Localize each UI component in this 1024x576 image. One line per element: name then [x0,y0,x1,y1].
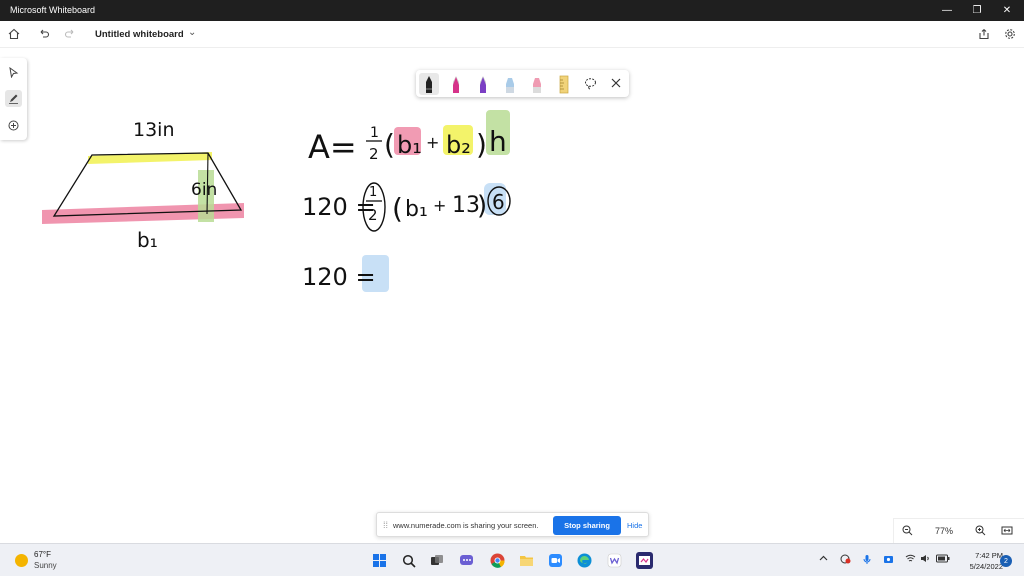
wifi-icon[interactable] [905,554,916,565]
task-view-icon[interactable] [428,552,445,569]
search-icon[interactable] [400,552,417,569]
eq2-six: 6 [492,190,505,214]
eq1-lhs: A= [308,128,357,166]
screen-share-banner: ⁞⁞ www.numerade.com is sharing your scre… [376,512,649,537]
weather-temperature[interactable]: 67°F [34,550,51,559]
eq1-h: h [489,125,507,158]
whiteboard-app-icon[interactable] [606,552,623,569]
bottom-base-label: b₁ [137,228,158,252]
meet-mute-icon[interactable] [883,554,894,567]
redo-icon[interactable] [62,26,78,42]
zoom-out-icon[interactable] [902,525,913,539]
eq1-b1: b₁ [397,131,422,159]
edge-icon[interactable] [576,552,593,569]
eq1-close-paren: ) [476,128,487,161]
title-bar: Microsoft Whiteboard — ❐ ✕ [0,0,1024,21]
start-icon[interactable] [371,552,388,569]
clock-date: 5/24/2022 [969,562,1003,571]
zoom-control: 77% [893,518,1024,544]
eq3-lhs: 120 = [302,263,376,291]
minimize-button[interactable]: — [930,0,964,21]
share-icon[interactable] [976,26,992,42]
network-monitor-icon[interactable] [840,554,851,566]
sun-icon[interactable] [15,554,28,567]
hide-link[interactable]: Hide [627,521,642,530]
height-label: 6in [191,180,217,200]
zoom-level: 77% [935,526,954,536]
eq1-plus: + [426,133,439,152]
microphone-icon[interactable] [862,554,872,567]
active-app-icon[interactable] [636,552,653,569]
close-button[interactable]: ✕ [990,0,1024,21]
eq1-b2: b₂ [446,131,471,159]
gear-icon[interactable] [1002,26,1018,42]
eq2-half-den: 2 [368,206,378,224]
restore-button[interactable]: ❐ [960,0,994,21]
eq1-half-den: 2 [369,145,379,163]
zoom-icon[interactable] [547,552,564,569]
eq2-open-paren: ( [392,192,403,225]
weather-description[interactable]: Sunny [34,561,57,570]
eq2-half-num: 1 [369,185,377,200]
home-icon[interactable] [6,26,22,42]
chevron-down-icon[interactable]: ⌄ [188,27,196,38]
board-name[interactable]: Untitled whiteboard [95,29,184,40]
stop-sharing-button[interactable]: Stop sharing [553,516,621,535]
whiteboard-canvas[interactable]: 13in 6in b₁ A= 1 2 ( b₁ + b₂ ) h 120 = 1… [0,48,1024,543]
eq2-b1: b₁ [405,197,428,222]
volume-icon[interactable] [920,554,931,565]
battery-icon[interactable] [936,554,950,565]
eq1-half-num: 1 [370,125,379,141]
app-bar: Untitled whiteboard ⌄ [0,21,1024,48]
eq2-plus: + [433,196,446,215]
share-message: www.numerade.com is sharing your screen. [393,521,539,530]
undo-icon[interactable] [36,26,52,42]
zoom-in-icon[interactable] [975,525,986,539]
eq2-close-paren: ) [477,191,487,221]
clock[interactable]: 7:42 PM 5/24/2022 [953,550,1003,572]
taskbar: 67°F Sunny 7:42 PM 5/24/2022 2 [0,543,1024,576]
chevron-up-icon[interactable] [819,554,828,565]
fit-screen-icon[interactable] [1001,525,1013,539]
top-base-label: 13in [133,119,175,141]
notification-badge[interactable]: 2 [1000,555,1012,567]
clock-time: 7:42 PM [975,551,1003,560]
chat-icon[interactable] [458,552,475,569]
drag-handle-icon[interactable]: ⁞⁞ [383,520,388,530]
window-title: Microsoft Whiteboard [10,5,96,15]
file-explorer-icon[interactable] [518,552,535,569]
chrome-icon[interactable] [489,552,506,569]
eq2-thirteen: 13 [452,193,480,218]
eq1-open-paren: ( [384,128,395,161]
